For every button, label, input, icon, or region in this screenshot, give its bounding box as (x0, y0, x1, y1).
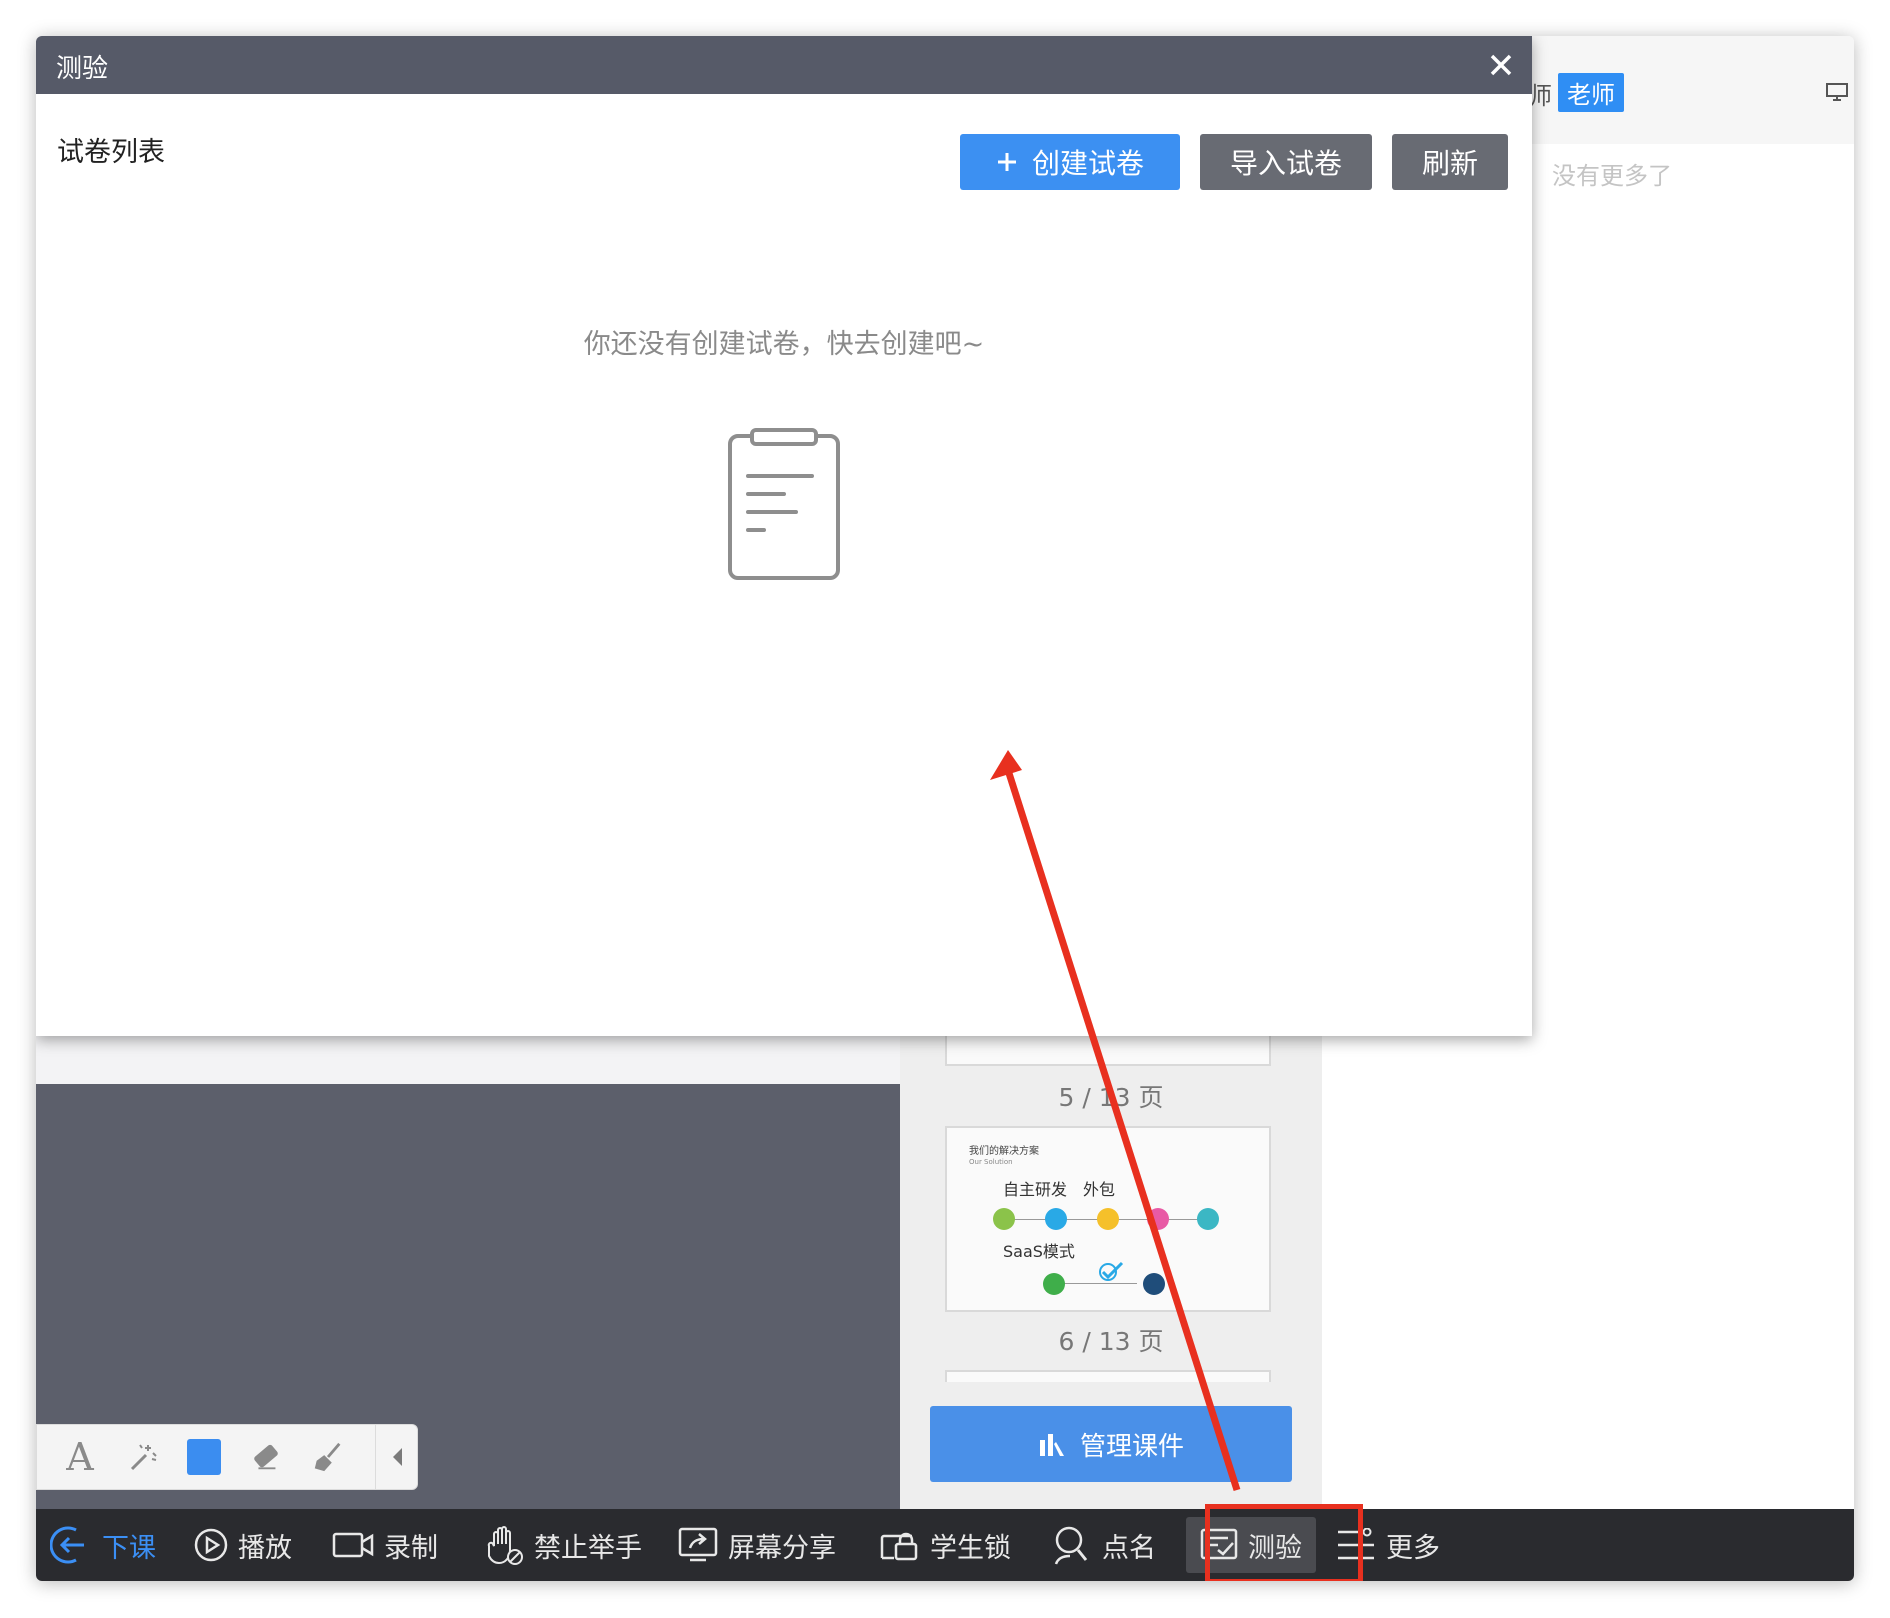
current-color-swatch (187, 1439, 221, 1475)
screen-share-icon (678, 1527, 718, 1562)
slide-thumbnail-6[interactable]: 我们的解决方案 Our Solution 自主研发 外包 SaaS模式 (945, 1126, 1271, 1312)
page-label-5: 5 / 13 页 (1058, 1083, 1164, 1112)
annotation-highlight-box (1205, 1504, 1363, 1581)
refresh-button[interactable]: 刷新 (1392, 134, 1508, 190)
thumb-subtitle: Our Solution (969, 1158, 1013, 1166)
screen-share-button[interactable]: 屏幕分享 (678, 1509, 836, 1581)
paper-list-title: 试卷列表 (57, 137, 165, 168)
close-icon (1490, 54, 1512, 76)
chevron-left-icon (392, 1448, 402, 1466)
record-label: 录制 (384, 1532, 438, 1564)
thumb-text-saas: SaaS模式 (1003, 1242, 1075, 1261)
quiz-dialog: 测验 试卷列表 创建试卷 导入试卷 刷新 你还没有创建试卷，快去创建吧~ (36, 36, 1532, 1036)
text-tool-icon: A (66, 1435, 94, 1479)
hand-icon (487, 1526, 523, 1565)
lock-icon (880, 1532, 918, 1561)
dialog-title: 测验 (56, 54, 109, 84)
thumb-dot (993, 1208, 1015, 1230)
bar-chart-icon (1039, 1434, 1064, 1456)
person-search-icon (1054, 1526, 1088, 1565)
import-paper-button[interactable]: 导入试卷 (1200, 134, 1372, 190)
eraser-icon (254, 1444, 278, 1470)
create-paper-button[interactable]: 创建试卷 (960, 134, 1180, 190)
play-icon (194, 1528, 228, 1562)
color-picker-button[interactable] (187, 1439, 221, 1475)
dialog-titlebar: 测验 (36, 36, 1532, 94)
manage-courseware-label: 管理课件 (1079, 1431, 1184, 1462)
roll-call-button[interactable]: 点名 (1052, 1509, 1156, 1581)
plus-icon (997, 153, 1016, 171)
student-lock-label: 学生锁 (930, 1532, 1011, 1564)
thumb-dot (1197, 1208, 1219, 1230)
disable-hand-raise-button[interactable]: 禁止举手 (486, 1509, 642, 1581)
empty-state-message: 你还没有创建试卷，快去创建吧~ (583, 329, 985, 360)
more-label: 更多 (1386, 1532, 1440, 1564)
checkmark-icon (1099, 1261, 1124, 1281)
classroom-window: A 5 / 13 页 我们的解决方案 Our Solution 自主研发 外包 (36, 36, 1854, 1581)
text-tool-button[interactable]: A (63, 1435, 97, 1479)
disable-hand-raise-label: 禁止举手 (534, 1532, 642, 1564)
student-lock-button[interactable]: 学生锁 (878, 1509, 1011, 1581)
play-label: 播放 (238, 1532, 292, 1564)
thumb-dot (1147, 1208, 1169, 1230)
thumb-dot (1143, 1273, 1165, 1295)
bottom-toolbar: 下课 播放 录制 禁止举手 屏幕分享 学生锁 点名 测验 更多 (36, 1509, 1854, 1581)
laser-pointer-button[interactable] (125, 1440, 159, 1474)
import-paper-label: 导入试卷 (1229, 147, 1342, 180)
roll-call-label: 点名 (1102, 1532, 1156, 1564)
refresh-label: 刷新 (1421, 147, 1478, 180)
video-camera-icon (332, 1532, 374, 1558)
exit-icon (50, 1526, 84, 1564)
play-button[interactable]: 播放 (194, 1509, 292, 1581)
teacher-badge: 老师 (1558, 73, 1624, 112)
screen-share-label: 屏幕分享 (728, 1532, 836, 1564)
thumb-text-self-dev: 自主研发 (1003, 1180, 1068, 1199)
thumb-dot (1043, 1273, 1065, 1295)
eraser-button[interactable] (249, 1440, 283, 1474)
thumb-title: 我们的解决方案 (969, 1146, 1039, 1157)
clear-board-button[interactable] (311, 1440, 345, 1474)
thumb-text-outsource: 外包 (1083, 1180, 1116, 1199)
close-button[interactable] (1482, 46, 1520, 84)
monitor-icon[interactable] (1826, 82, 1848, 102)
clipboard-icon (728, 428, 840, 580)
slide-thumbnail-7[interactable] (945, 1370, 1271, 1382)
no-more-text: 没有更多了 (1552, 162, 1672, 190)
magic-wand-icon (130, 1444, 157, 1471)
end-class-label: 下课 (102, 1532, 156, 1564)
thumb-connector (1057, 1283, 1137, 1284)
page-label-6: 6 / 13 页 (1058, 1327, 1164, 1356)
broom-icon (314, 1442, 341, 1472)
thumb-dot (1097, 1208, 1119, 1230)
manage-courseware-button[interactable]: 管理课件 (930, 1406, 1292, 1482)
thumb-dot (1045, 1208, 1067, 1230)
end-class-button[interactable]: 下课 (50, 1509, 156, 1581)
create-paper-label: 创建试卷 (1031, 147, 1144, 180)
collapse-toolbar-button[interactable] (375, 1425, 417, 1489)
record-button[interactable]: 录制 (332, 1509, 438, 1581)
drawing-toolbar: A (36, 1424, 418, 1490)
